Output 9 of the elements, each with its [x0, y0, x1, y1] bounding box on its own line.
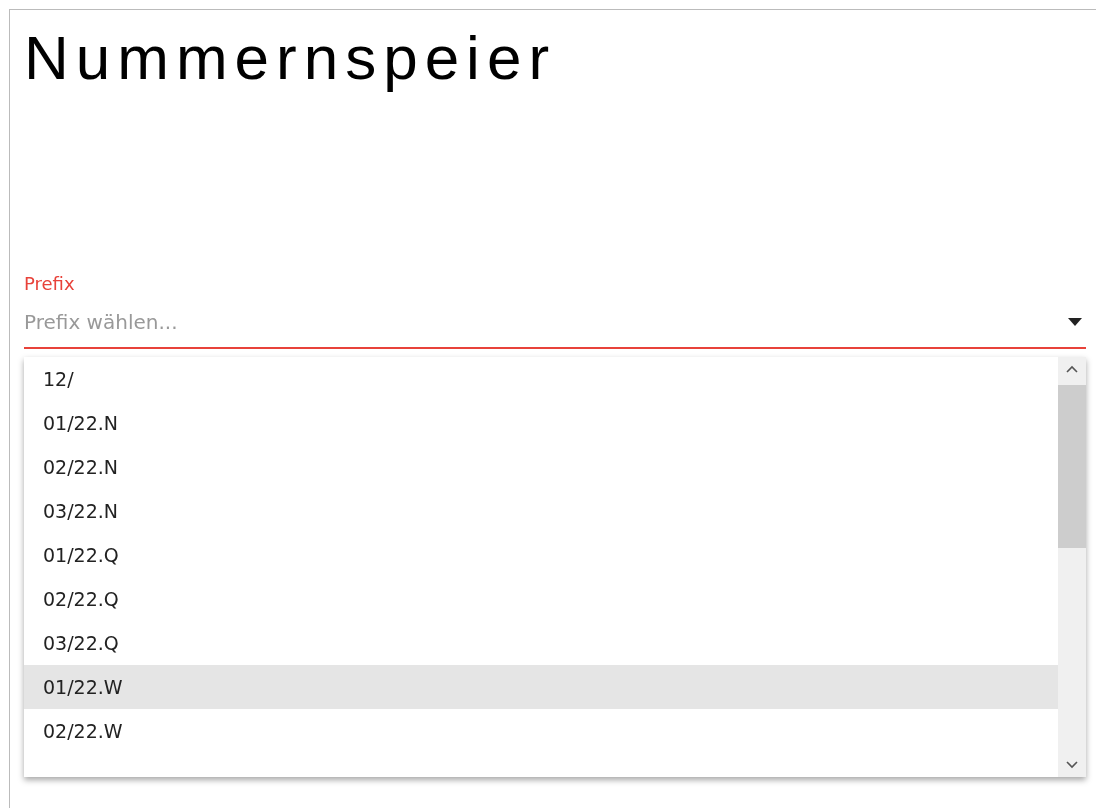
scrollbar[interactable]	[1058, 357, 1086, 777]
caret-icon	[1068, 317, 1082, 326]
dropdown-option[interactable]: 01/22.W	[24, 665, 1058, 709]
field-label: Prefix	[24, 272, 75, 296]
scrollbar-thumb[interactable]	[1058, 385, 1086, 548]
scroll-up-icon[interactable]	[1066, 365, 1078, 373]
dropdown-option[interactable]: 12/	[24, 357, 1058, 401]
scroll-down-icon[interactable]	[1066, 761, 1078, 769]
page-title: Nummernspeier	[24, 22, 557, 94]
